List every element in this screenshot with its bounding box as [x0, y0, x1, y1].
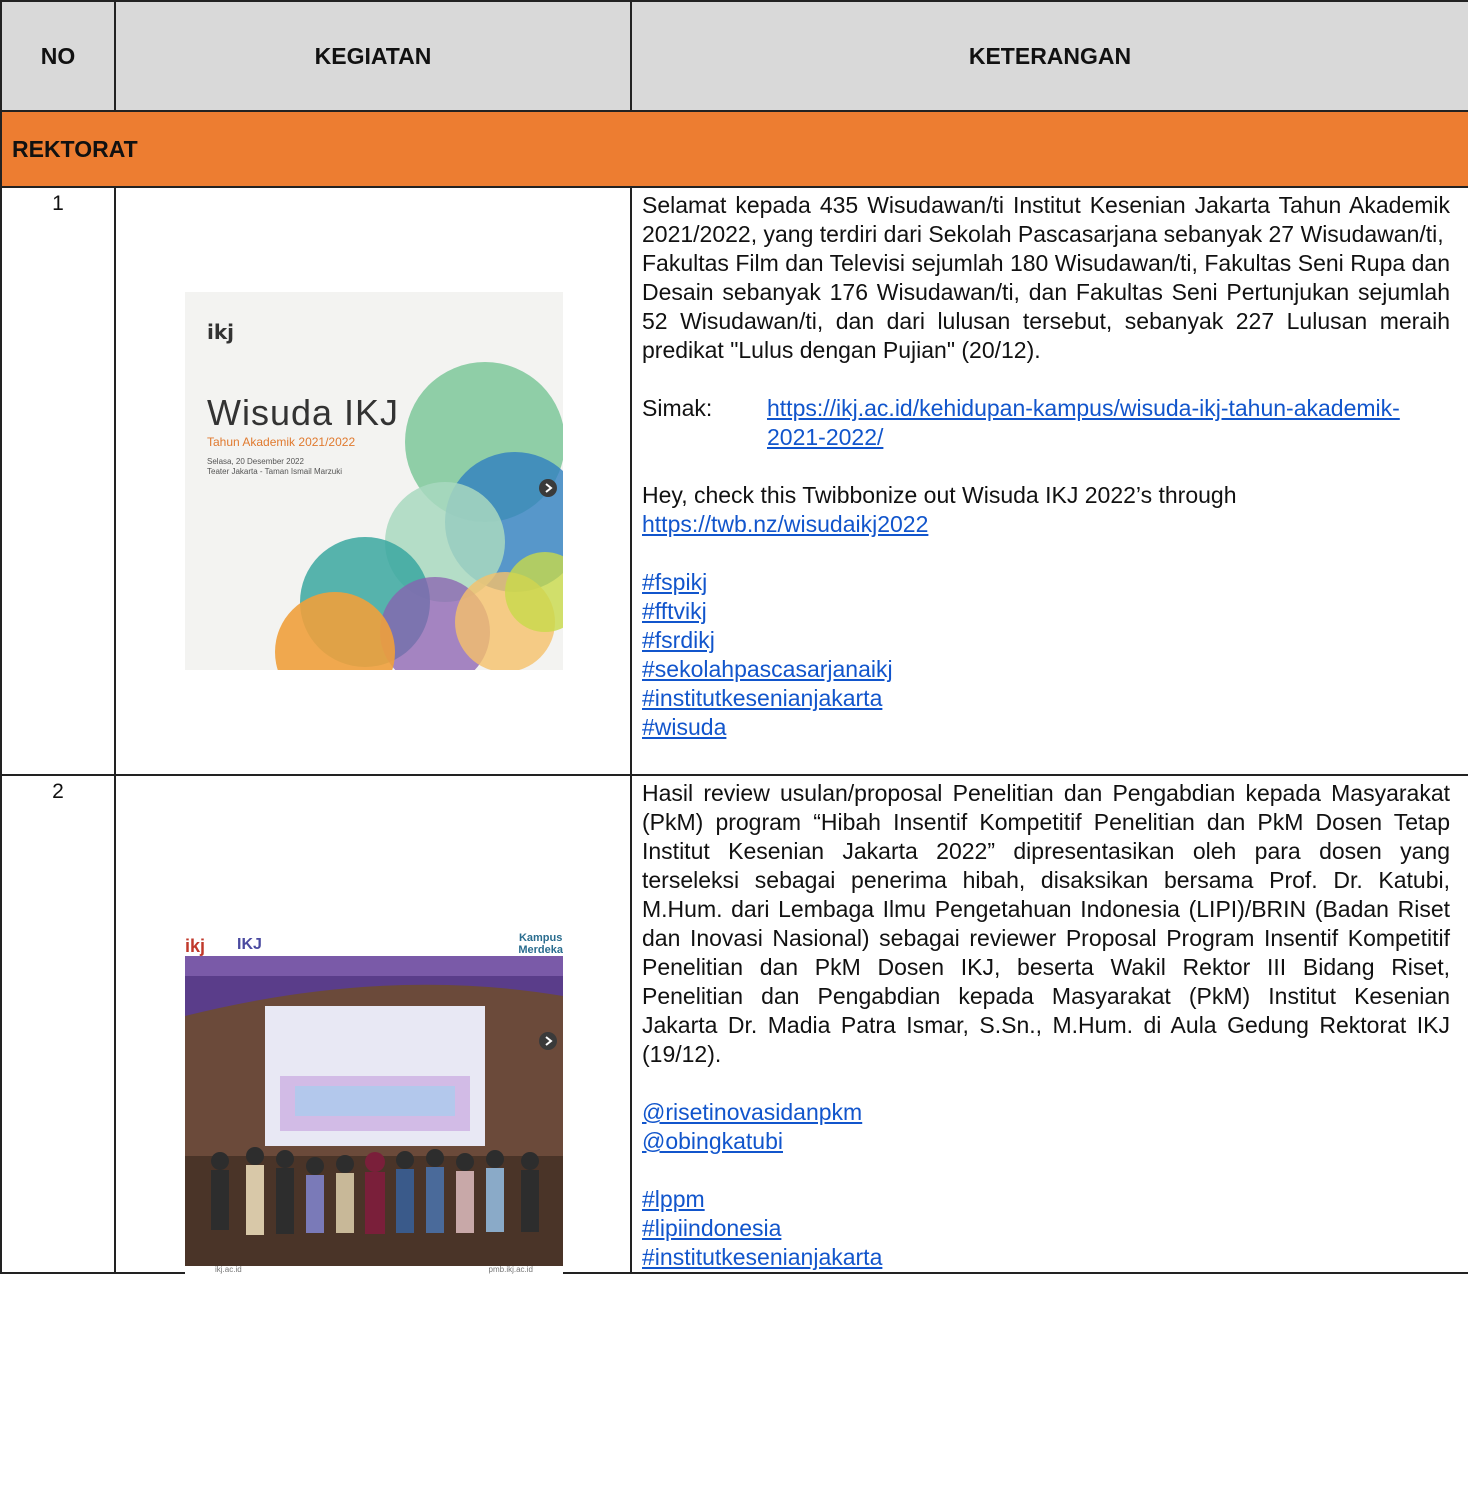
hashtag-link[interactable]: #lppm: [642, 1185, 1450, 1214]
activity-table: NO KEGIATAN KETERANGAN REKTORAT 1 ikj Wi…: [0, 0, 1468, 1276]
row-number: 1: [0, 186, 116, 776]
table-row: 1 ikj Wisuda IKJ Tahun Akademik 2021/202…: [0, 186, 1468, 776]
description-text-2: Fakultas Film dan Televisi sejumlah 180 …: [642, 250, 1450, 363]
review-photo-image[interactable]: ikj IKJ Kampus Merdeka ikj.ac.id pmb.ikj…: [185, 926, 563, 1276]
section-row: REKTORAT: [0, 110, 1468, 188]
hashtag-link[interactable]: #institutkesenianjakarta: [642, 684, 1450, 713]
hashtag-link[interactable]: #fsrdikj: [642, 626, 1450, 655]
twibbon-text: Hey, check this Twibbonize out Wisuda IK…: [642, 482, 1237, 508]
photo-footer-right: pmb.ikj.ac.id: [488, 1265, 533, 1274]
header-kegiatan: KEGIATAN: [114, 0, 632, 112]
photo-footer-left: ikj.ac.id: [215, 1265, 242, 1274]
poster-graphic: [275, 362, 563, 670]
group-photo: [185, 956, 563, 1266]
table-header-row: NO KEGIATAN KETERANGAN: [0, 0, 1468, 112]
wisuda-poster-image[interactable]: ikj Wisuda IKJ Tahun Akademik 2021/2022 …: [185, 292, 563, 670]
ikj-logo: ikj: [207, 320, 234, 345]
activity-image-cell: ikj Wisuda IKJ Tahun Akademik 2021/2022 …: [114, 186, 632, 776]
twibbon-link[interactable]: https://twb.nz/wisudaikj2022: [642, 510, 1450, 539]
hashtag-link[interactable]: #fftvikj: [642, 597, 1450, 626]
header-no: NO: [0, 0, 116, 112]
hashtag-link[interactable]: #fspikj: [642, 568, 1450, 597]
ikj-logo: ikj: [185, 936, 206, 956]
lppm-logo: IKJ: [237, 936, 262, 953]
simak-link[interactable]: https://ikj.ac.id/kehidupan-kampus/wisud…: [767, 394, 1450, 452]
hashtag-link[interactable]: #lipiindonesia: [642, 1214, 1450, 1243]
hashtag-link[interactable]: #wisuda: [642, 713, 1450, 742]
activity-image-cell: ikj IKJ Kampus Merdeka ikj.ac.id pmb.ikj…: [114, 774, 632, 1276]
hashtag-link[interactable]: #institutkesenianjakarta: [642, 1243, 1450, 1272]
table-row: 2 ikj IKJ Kampus Merdeka ikj.ac.id pmb.i…: [0, 774, 1468, 1276]
mention-link[interactable]: @risetinovasidanpkm: [642, 1098, 1450, 1127]
simak-label: Simak:: [642, 395, 713, 421]
hashtag-link[interactable]: #sekolahpascasarjanaikj: [642, 655, 1450, 684]
poster-title: Wisuda IKJ: [207, 392, 400, 433]
poster-subtitle: Tahun Akademik 2021/2022: [207, 435, 356, 449]
description-text: Hasil review usulan/proposal Penelitian …: [642, 780, 1450, 1067]
section-title: REKTORAT: [0, 110, 1468, 188]
row-number: 2: [0, 774, 116, 1274]
poster-date: Selasa, 20 Desember 2022 Teater Jakarta …: [207, 457, 343, 476]
mention-link[interactable]: @obingkatubi: [642, 1127, 1450, 1156]
header-keterangan: KETERANGAN: [630, 0, 1468, 112]
simak-line: Simak: https://ikj.ac.id/kehidupan-kampu…: [642, 394, 1450, 452]
description-cell: Selamat kepada 435 Wisudawan/ti Institut…: [630, 186, 1468, 776]
description-cell: Hasil review usulan/proposal Penelitian …: [630, 774, 1468, 1274]
ikj-logo-text: ikj: [207, 320, 235, 344]
kampus-merdeka-logo: Kampus Merdeka: [518, 932, 563, 956]
description-text: Selamat kepada 435 Wisudawan/ti Institut…: [642, 192, 1450, 247]
